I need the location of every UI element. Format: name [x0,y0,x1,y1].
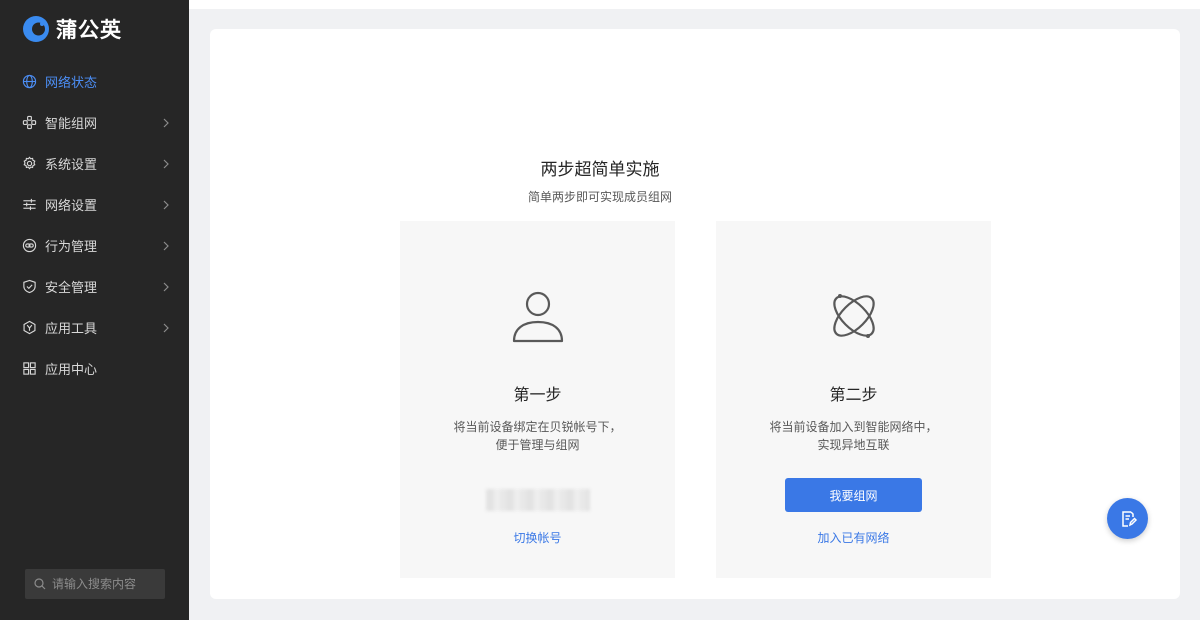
globe-icon [22,74,37,89]
step-one-card: 第一步 将当前设备绑定在贝锐帐号下， 便于管理与组网 切换帐号 [400,221,675,578]
step-description-line: 将当前设备绑定在贝锐帐号下， [453,420,622,434]
search-icon [34,578,46,590]
logo-text: 蒲公英 [56,18,122,42]
main-card [210,29,1180,599]
step-description-line: 实现异地互联 [817,438,890,452]
sidebar-item-label: 应用工具 [45,322,98,337]
start-networking-button[interactable]: 我要组网 [785,478,922,512]
step-description-line: 便于管理与组网 [495,438,580,452]
chevron-right-icon [163,323,169,332]
step-title: 第一步 [513,385,562,404]
logo[interactable]: 蒲公英 [22,14,122,44]
sidebar-item-label: 行为管理 [45,240,98,255]
sidebar-item-label: 应用中心 [45,363,98,378]
shield-icon [23,279,36,294]
network-icon [22,115,37,130]
tools-icon [23,320,36,335]
sidebar: 蒲公英 网络状态 智能组网 系统设置 网络设置 行为管理 安全管理 应用工具 应… [0,0,189,620]
floating-feedback-button[interactable] [1107,498,1148,539]
document-edit-icon [1121,510,1137,527]
step-description: 将当前设备绑定在贝锐帐号下， 便于管理与组网 [400,418,675,454]
sidebar-item-label: 智能组网 [45,117,98,132]
masked-account-name [486,489,590,511]
step-description: 将当前设备加入到智能网络中， 实现异地互联 [716,418,991,454]
user-icon [512,291,564,343]
page-title: 两步超简单实施 [540,160,660,180]
grid-icon [23,362,36,375]
sidebar-item-security-management[interactable]: 安全管理 [0,266,189,307]
step-two-card: 第二步 将当前设备加入到智能网络中， 实现异地互联 我要组网 加入已有网络 [716,221,991,578]
atom-icon [833,294,875,338]
step-title: 第二步 [829,385,878,404]
chevron-right-icon [163,241,169,250]
dandelion-logo-icon [23,16,49,42]
sidebar-item-app-center[interactable]: 应用中心 [0,348,189,389]
step-description-line: 将当前设备加入到智能网络中， [769,420,938,434]
sidebar-item-behavior-management[interactable]: 行为管理 [0,225,189,266]
sidebar-nav: 网络状态 智能组网 系统设置 网络设置 行为管理 安全管理 应用工具 应用中心 [0,61,189,389]
sidebar-item-network-status[interactable]: 网络状态 [0,61,189,102]
page-subtitle: 简单两步即可实现成员组网 [527,190,672,204]
sidebar-item-smart-networking[interactable]: 智能组网 [0,102,189,143]
link-icon [22,238,37,253]
top-header-bar [189,0,1200,9]
join-existing-network-link[interactable]: 加入已有网络 [716,529,991,546]
search-input[interactable] [52,577,152,591]
sidebar-item-label: 安全管理 [45,281,98,296]
switch-account-link[interactable]: 切换帐号 [400,529,675,546]
sidebar-item-app-tools[interactable]: 应用工具 [0,307,189,348]
sidebar-item-label: 网络状态 [45,76,98,91]
sidebar-search [25,569,165,599]
chevron-right-icon [163,118,169,127]
chevron-right-icon [163,282,169,291]
